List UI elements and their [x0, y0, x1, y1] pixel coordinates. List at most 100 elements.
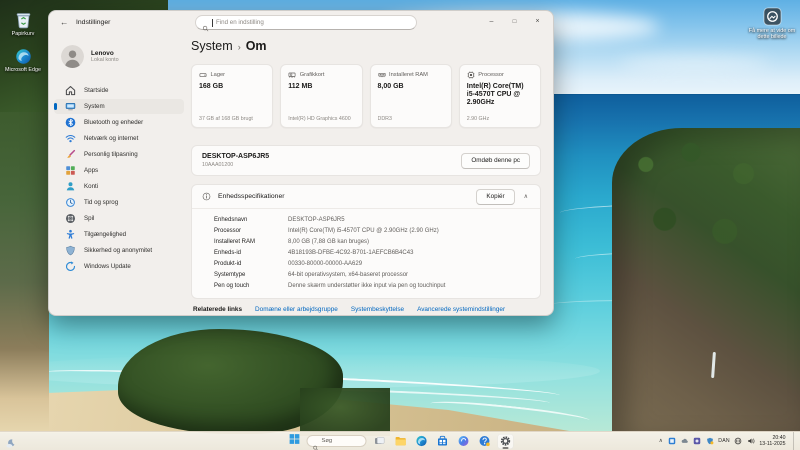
spec-label: Enhedsnavn [214, 217, 288, 223]
minimize-button[interactable]: – [480, 12, 503, 31]
rename-pc-button[interactable]: Omdøb denne pc [461, 153, 530, 169]
sidebar: Lenovo Lokal konto Startside System Blueto… [49, 37, 189, 315]
sidebar-item-startside[interactable]: Startside [54, 83, 184, 98]
user-name: Lenovo [91, 50, 119, 58]
desktop-icon-edge[interactable]: Microsoft Edge [0, 48, 46, 73]
device-specs-expander: Enhedsspecifikationer Kopiér ∧ Enhedsnav… [191, 184, 541, 299]
taskbar-settings-button[interactable] [498, 434, 514, 449]
sidebar-item-netvaerk[interactable]: Netværk og internet [54, 131, 184, 146]
security-shield-icon[interactable] [706, 437, 714, 445]
spec-row: Installeret RAM8,00 GB (7,88 GB kan brug… [214, 236, 540, 247]
date: 13-11-2025 [759, 441, 785, 447]
sidebar-item-label: Bluetooth og enheder [84, 119, 143, 126]
user-account-type: Lokal konto [91, 57, 119, 64]
left-cliff [0, 100, 49, 432]
sidebar-item-label: Netværk og internet [84, 135, 138, 142]
spec-row: Pen og touchDenne skærm understøtter ikk… [214, 280, 540, 291]
spec-row: EnhedsnavnDESKTOP-ASP6JR5 [214, 214, 540, 225]
start-button[interactable] [287, 434, 302, 449]
spec-label: Processor [214, 228, 288, 234]
sidebar-item-tilgaengelighed[interactable]: Tilgængelighed [54, 227, 184, 242]
card-value: Intel(R) Core(TM) i5-4570T CPU @ 2.90GHz [467, 83, 533, 107]
copy-button[interactable]: Kopiér [476, 189, 514, 205]
windows-update-icon [65, 261, 76, 272]
card-header: Installeret RAM [378, 71, 444, 79]
taskbar-store-button[interactable] [435, 434, 451, 449]
task-view-icon [374, 435, 386, 447]
sidebar-nav: Startside System Bluetooth og enheder Netvæ… [54, 83, 184, 275]
related-link-1[interactable]: Systembeskyttelse [351, 306, 404, 313]
clock[interactable]: 20:40 13-11-2025 [759, 435, 785, 447]
sidebar-item-windows-update[interactable]: Windows Update [54, 259, 184, 274]
gaming-icon [65, 213, 76, 224]
purple-app-icon[interactable] [693, 437, 701, 445]
card-detail: 2.90 GHz [467, 116, 535, 122]
titlebar[interactable]: ← Indstillinger Find en indstilling – □ … [49, 11, 553, 37]
search-icon [202, 19, 209, 26]
taskbar-copilot-button[interactable] [456, 434, 472, 449]
taskbar-file-explorer-button[interactable] [393, 434, 409, 449]
card-header: Grafikkort [288, 71, 354, 79]
hidden-icons-chevron[interactable]: ∧ [658, 438, 664, 444]
card-label: Lager [211, 72, 226, 78]
device-name: DESKTOP-ASP6JR5 [202, 153, 269, 162]
desktop-icon-spotlight[interactable]: Få mere at vide om dette billede [744, 7, 800, 41]
breadcrumb-system[interactable]: System [191, 39, 233, 53]
sidebar-item-label: Tilgængelighed [84, 231, 126, 238]
card-lager: Lager168 GB37 GB af 168 GB brugt [191, 64, 273, 128]
spec-label: Enheds-id [214, 250, 288, 256]
sidebar-item-sikkerhed[interactable]: Sikkerhed og anonymitet [54, 243, 184, 258]
blue-square-app-icon[interactable] [668, 437, 676, 445]
close-button[interactable]: × [526, 12, 549, 31]
taskbar-search[interactable]: Søg [307, 435, 367, 448]
card-grafikkort: Grafikkort112 MBIntel(R) HD Graphics 460… [280, 64, 362, 128]
show-desktop-button[interactable] [793, 432, 797, 450]
apps-icon [65, 165, 76, 176]
tree-cluster [300, 388, 390, 436]
spec-value: 4B18193B-DFBE-4C92-B701-1AEFCB6B4C43 [288, 250, 413, 256]
ram-icon [378, 71, 386, 79]
taskbar-get-help-button[interactable] [477, 434, 493, 449]
chevron-up-icon[interactable]: ∧ [522, 193, 530, 200]
sidebar-item-label: System [84, 103, 105, 110]
taskbar-edge-button[interactable] [414, 434, 430, 449]
sidebar-item-konti[interactable]: Konti [54, 179, 184, 194]
file-explorer-icon [395, 435, 407, 447]
settings-search-input[interactable]: Find en indstilling [195, 15, 417, 30]
language-indicator[interactable]: DAN [718, 438, 730, 444]
related-link-0[interactable]: Domæne eller arbejdsgruppe [255, 306, 338, 313]
volume-icon[interactable] [747, 437, 755, 445]
card-value: 112 MB [288, 83, 354, 91]
spec-label: Systemtype [214, 272, 288, 278]
sidebar-item-system[interactable]: System [54, 99, 184, 114]
sidebar-item-apps[interactable]: Apps [54, 163, 184, 178]
system-tray: ∧ DAN 20:40 13-11-2025 [658, 432, 797, 450]
weather-widget-icon[interactable] [5, 436, 16, 447]
globe-network-icon[interactable] [734, 437, 742, 445]
cloud-app-icon[interactable] [681, 437, 689, 445]
bluetooth-icon [65, 117, 76, 128]
related-link-2[interactable]: Avancerede systemindstillinger [417, 306, 505, 313]
desktop-icon-recycle-bin[interactable]: Papirkurv [0, 10, 46, 37]
system-icon [65, 101, 76, 112]
back-arrow-icon[interactable]: ← [60, 17, 69, 27]
spec-row: ProcessorIntel(R) Core(TM) i5-4570T CPU … [214, 225, 540, 236]
desktop-icon-label: Microsoft Edge [5, 67, 41, 73]
device-model: 10AAA01200 [202, 162, 269, 169]
desktop-icon-label: Få mere at vide om dette billede [744, 28, 800, 41]
taskbar-task-view-button[interactable] [372, 434, 388, 449]
sidebar-item-personlig[interactable]: Personlig tilpasning [54, 147, 184, 162]
start-icon [288, 432, 300, 450]
search-icon [313, 438, 319, 444]
card-value: 168 GB [199, 83, 265, 91]
sidebar-item-label: Startside [84, 87, 108, 94]
spec-value: Denne skærm understøtter ikke input via … [288, 283, 445, 289]
sidebar-item-spil[interactable]: Spil [54, 211, 184, 226]
user-account[interactable]: Lenovo Lokal konto [61, 45, 119, 68]
maximize-button[interactable]: □ [503, 12, 526, 31]
sidebar-item-tid-og-sprog[interactable]: Tid og sprog [54, 195, 184, 210]
related-links: Relaterede links Domæne eller arbejdsgru… [191, 306, 541, 313]
sidebar-item-bluetooth[interactable]: Bluetooth og enheder [54, 115, 184, 130]
card-header: Lager [199, 71, 265, 79]
device-specs-header[interactable]: Enhedsspecifikationer Kopiér ∧ [192, 185, 540, 209]
